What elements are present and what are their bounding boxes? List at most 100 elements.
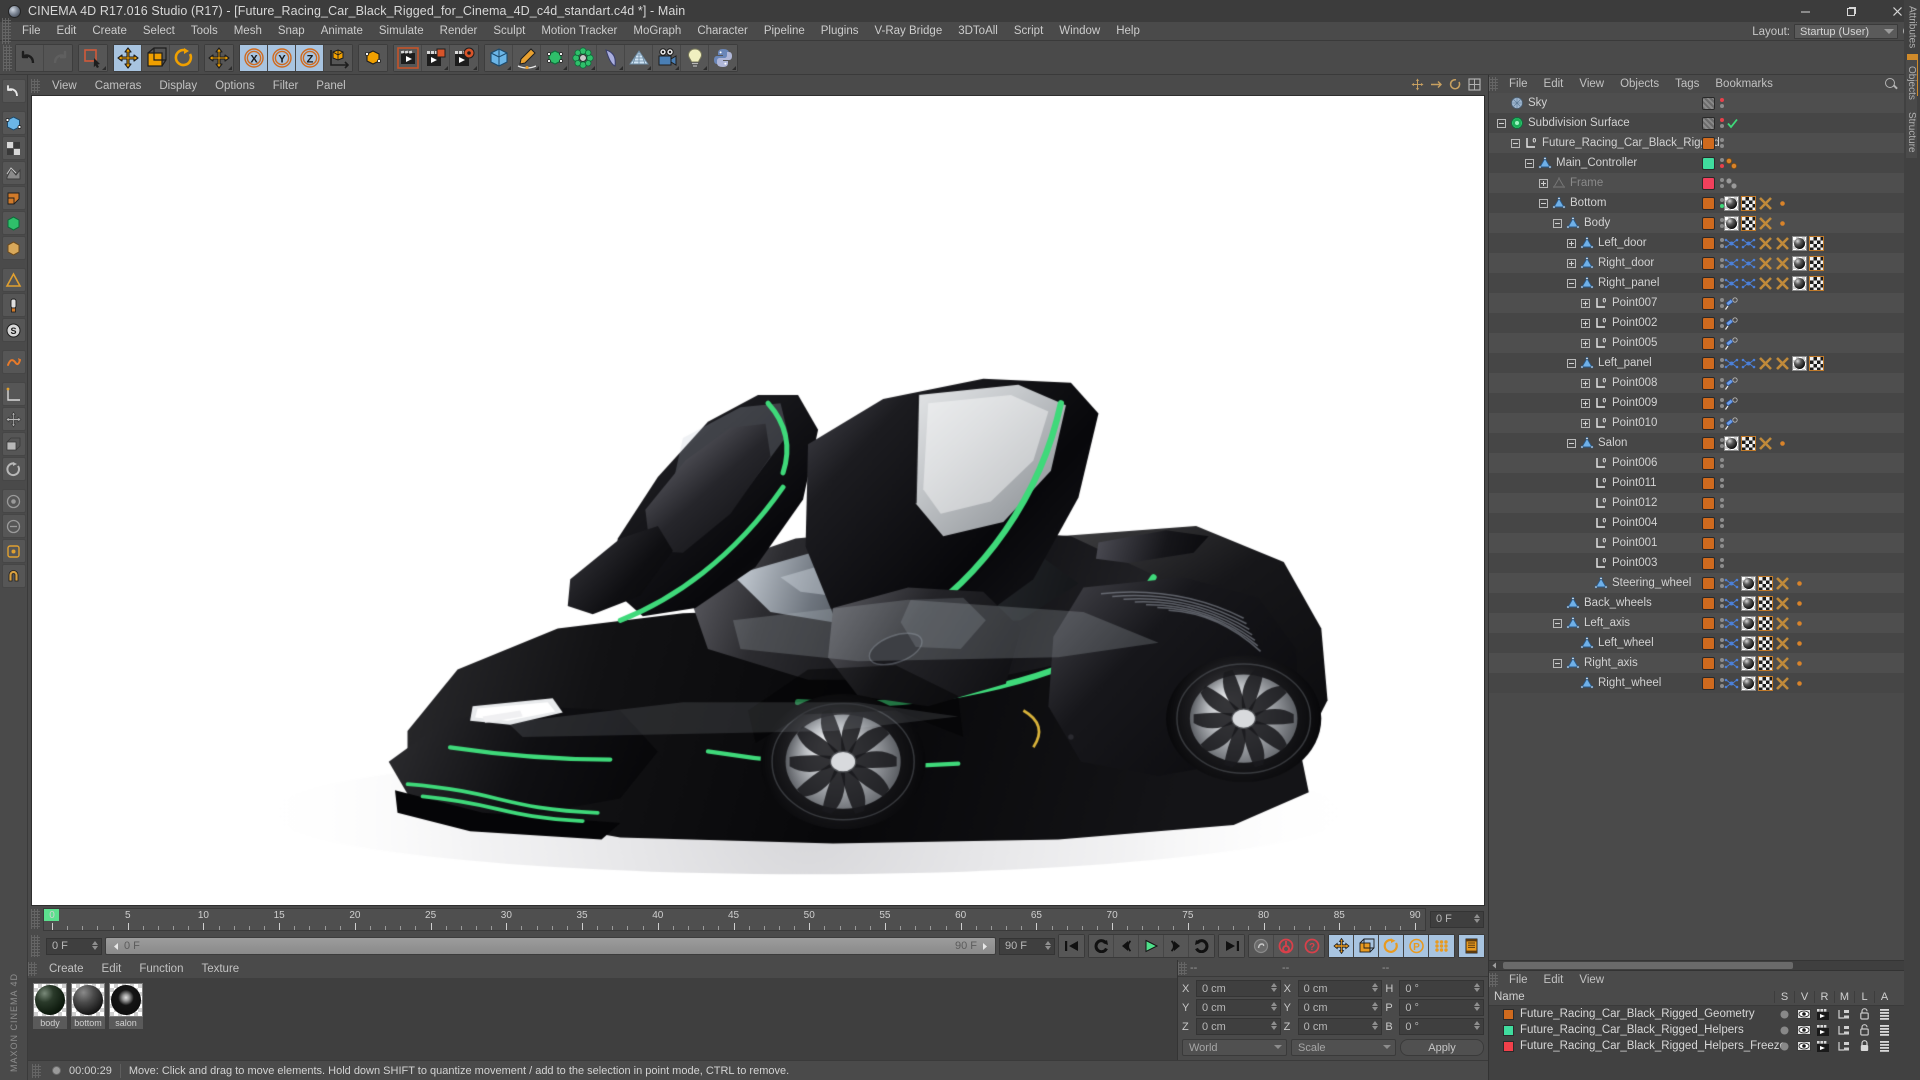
viewport-menu-cameras[interactable]: Cameras xyxy=(86,77,151,95)
layer-menu-grip-handle[interactable] xyxy=(1489,973,1498,987)
layer-color-swatch[interactable] xyxy=(1702,456,1715,470)
move-tool-button[interactable] xyxy=(114,44,142,71)
iterate-button[interactable] xyxy=(1,350,26,374)
object-tags[interactable] xyxy=(1724,195,1792,211)
y-axis-button[interactable]: Y xyxy=(268,44,296,71)
object-search-icon[interactable] xyxy=(1884,77,1898,91)
viewport-menu-filter[interactable]: Filter xyxy=(264,77,308,95)
object-menu-edit[interactable]: Edit xyxy=(1536,75,1572,93)
material-swatch-area[interactable]: body bottom salon xyxy=(28,978,1177,1060)
menu-file[interactable]: File xyxy=(14,22,49,41)
car-render-canvas[interactable] xyxy=(32,96,1484,905)
coordinates-grip-handle[interactable] xyxy=(1178,961,1187,975)
object-menu-view[interactable]: View xyxy=(1571,75,1612,93)
viewport-menu-options[interactable]: Options xyxy=(206,77,264,95)
menu-render[interactable]: Render xyxy=(432,22,486,41)
lock-toggle[interactable] xyxy=(1854,1024,1874,1036)
rot-p-field[interactable]: 0 ° xyxy=(1399,999,1485,1016)
layer-row[interactable]: Future_Racing_Car_Black_Rigged_Helpers_F… xyxy=(1489,1038,1920,1054)
material-menu-grip-handle[interactable] xyxy=(28,962,37,976)
layer-color-swatch[interactable] xyxy=(1702,516,1715,530)
viewport-grip-handle[interactable] xyxy=(31,79,40,93)
solo-toggle[interactable] xyxy=(1774,1008,1794,1020)
col-v[interactable]: V xyxy=(1794,991,1814,1003)
object-tags[interactable] xyxy=(1724,235,1826,251)
menu-help[interactable]: Help xyxy=(1108,22,1148,41)
object-row[interactable]: 0 Point010 xyxy=(1489,413,1920,433)
play-button[interactable] xyxy=(1139,935,1164,957)
material-menu-texture[interactable]: Texture xyxy=(192,960,248,978)
animation-toggle[interactable] xyxy=(1874,1040,1894,1052)
object-row[interactable]: Left_axis xyxy=(1489,613,1920,633)
col-l[interactable]: L xyxy=(1854,991,1874,1003)
visibility-dots[interactable] xyxy=(1720,98,1724,108)
camera-button[interactable] xyxy=(653,44,681,71)
status-grip-handle[interactable] xyxy=(32,1063,41,1078)
spinner-icon[interactable] xyxy=(92,940,98,950)
size-x-field[interactable]: 0 cm xyxy=(1297,980,1383,997)
object-tree[interactable]: Sky Subdivision Surface 0 Future_Racing_Car… xyxy=(1489,93,1920,960)
coord-system-select[interactable]: World xyxy=(1182,1039,1287,1056)
point-mode-button[interactable] xyxy=(1,111,26,135)
object-mode-button[interactable] xyxy=(1,211,26,235)
object-tags[interactable] xyxy=(1724,156,1741,171)
object-row[interactable]: 0 Point012 xyxy=(1489,493,1920,513)
menu-snap[interactable]: Snap xyxy=(270,22,313,41)
material-item[interactable]: bottom xyxy=(71,983,105,1029)
collapse-toggle[interactable] xyxy=(1497,118,1506,128)
expand-toggle[interactable] xyxy=(1581,318,1590,328)
minimize-button[interactable] xyxy=(1782,0,1828,22)
col-m[interactable]: M xyxy=(1834,991,1854,1003)
layer-color-swatch[interactable] xyxy=(1702,216,1715,230)
object-row[interactable]: Right_axis xyxy=(1489,653,1920,673)
layer-menu-view[interactable]: View xyxy=(1571,971,1612,989)
object-row[interactable]: 0 Point002 xyxy=(1489,313,1920,333)
x-axis-button[interactable]: X xyxy=(240,44,268,71)
expand-toggle[interactable] xyxy=(1581,338,1590,348)
visibility-dots[interactable] xyxy=(1720,558,1724,568)
collapse-toggle[interactable] xyxy=(1567,438,1576,448)
menu-mograph[interactable]: MoGraph xyxy=(625,22,689,41)
render-view-button[interactable] xyxy=(394,44,422,71)
collapse-toggle[interactable] xyxy=(1525,158,1534,168)
timeline-ruler[interactable]: 0 5 10 15 20 25 30 35 40 45 50 55 60 65 70 75 80 85 90 xyxy=(43,908,1426,931)
col-r[interactable]: R xyxy=(1814,991,1834,1003)
pos-z-field[interactable]: 0 cm xyxy=(1196,1018,1281,1035)
object-row[interactable]: 0 Point004 xyxy=(1489,513,1920,533)
menu-sculpt[interactable]: Sculpt xyxy=(485,22,533,41)
magnet-button[interactable] xyxy=(1,564,26,588)
object-row[interactable]: 0 Point001 xyxy=(1489,533,1920,553)
layer-row[interactable]: Future_Racing_Car_Black_Rigged_Helpers xyxy=(1489,1022,1920,1038)
visible-toggle[interactable] xyxy=(1794,1040,1814,1052)
layer-color-swatch[interactable] xyxy=(1702,396,1715,410)
visibility-dots[interactable] xyxy=(1720,458,1724,468)
edge-mode-button[interactable] xyxy=(1,136,26,160)
object-row[interactable]: 0 Point011 xyxy=(1489,473,1920,493)
apply-button[interactable]: Apply xyxy=(1400,1039,1484,1056)
polygon-mode-button[interactable] xyxy=(1,161,26,185)
nurbs-button[interactable] xyxy=(541,44,569,71)
object-tags[interactable] xyxy=(1724,275,1826,291)
expand-toggle[interactable] xyxy=(1539,178,1548,188)
object-menu-bookmarks[interactable]: Bookmarks xyxy=(1707,75,1781,93)
layer-color-swatch[interactable] xyxy=(1503,1024,1514,1036)
object-row[interactable]: Back_wheels xyxy=(1489,593,1920,613)
object-tags[interactable] xyxy=(1724,376,1741,391)
solo-toggle[interactable] xyxy=(1774,1024,1794,1036)
collapse-toggle[interactable] xyxy=(1567,278,1576,288)
render-settings-button[interactable] xyxy=(450,44,478,71)
menu-3dtoall[interactable]: 3DToAll xyxy=(950,22,1006,41)
visibility-swatch[interactable] xyxy=(1702,116,1715,130)
object-row[interactable]: 0 Point005 xyxy=(1489,333,1920,353)
material-item[interactable]: body xyxy=(33,983,67,1029)
layer-color-swatch[interactable] xyxy=(1702,596,1715,610)
layer-color-swatch[interactable] xyxy=(1702,556,1715,570)
layer-menu-edit[interactable]: Edit xyxy=(1536,971,1572,989)
layer-color-swatch[interactable] xyxy=(1503,1008,1514,1020)
object-axis-button[interactable] xyxy=(359,44,387,71)
timeline-strip-button[interactable] xyxy=(1459,935,1484,957)
object-tags[interactable] xyxy=(1724,176,1741,191)
material-item[interactable]: salon xyxy=(109,983,143,1029)
cube-primitive-button[interactable] xyxy=(485,44,513,71)
undo-view-button[interactable] xyxy=(1,79,26,103)
